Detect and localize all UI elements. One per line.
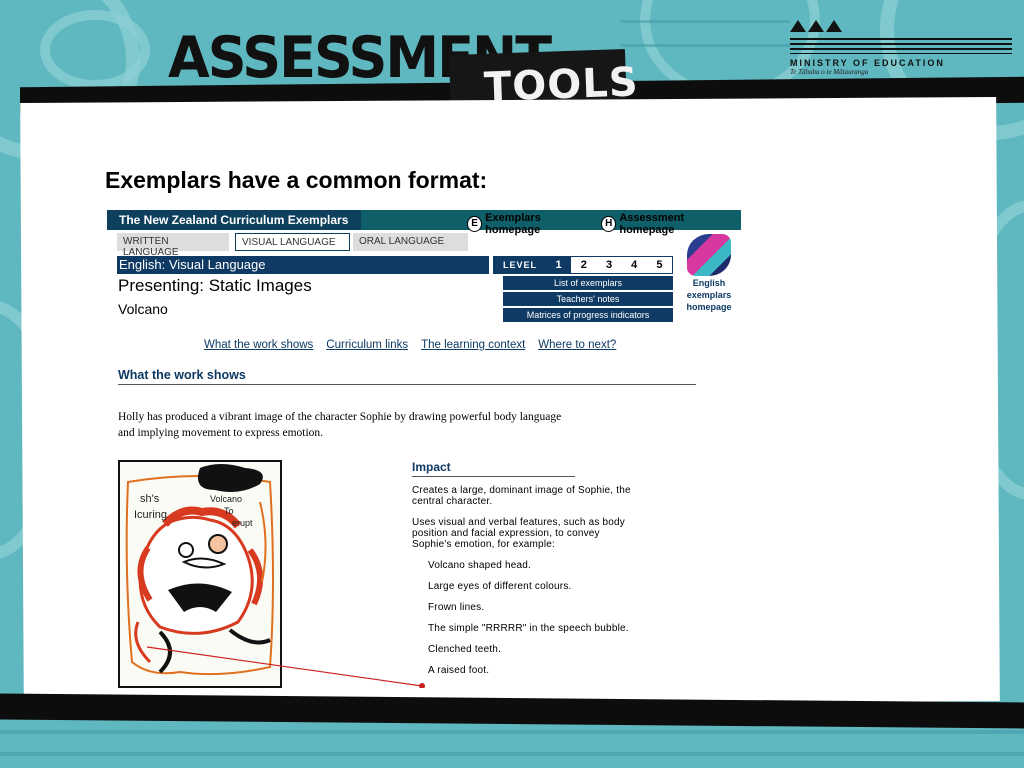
annotation-pointer: [146, 646, 425, 688]
exemplar-webpage: The New Zealand Curriculum Exemplars E E…: [107, 210, 741, 688]
ministry-peaks-icon: [790, 20, 1015, 32]
pointer-dot-icon: [419, 683, 425, 688]
ministry-name: MINISTRY OF EDUCATION: [790, 58, 945, 68]
ministry-waves-icon: [790, 38, 1012, 54]
ministry-logo: MINISTRY OF EDUCATION Te Tāhuhu o te Māt…: [790, 20, 1015, 76]
ministry-subtitle: Te Tāhuhu o te Mātauranga: [790, 68, 869, 76]
slide-title: Exemplars have a common format:: [105, 167, 488, 193]
